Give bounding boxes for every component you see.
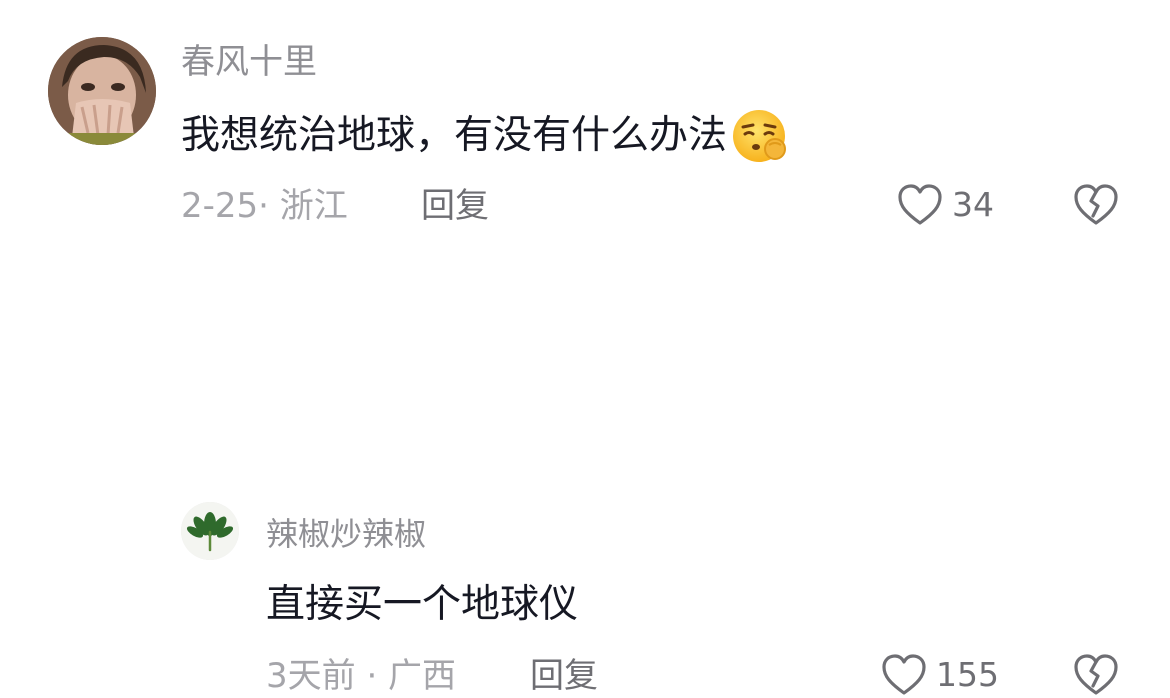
dislike-button[interactable] (1072, 652, 1120, 698)
heart-icon (898, 184, 942, 225)
comment: 春风十里 我想统治地球，有没有什么办法 2-25· 浙江 回复 34 (0, 0, 1170, 240)
like-button[interactable]: 34 (896, 182, 994, 228)
reply-button[interactable]: 回复 (421, 186, 489, 226)
broken-heart-icon (1074, 654, 1118, 695)
broken-heart-icon (1074, 184, 1118, 225)
reply-text: 直接买一个地球仪 (266, 581, 578, 629)
reply-text-content: 直接买一个地球仪 (266, 582, 579, 627)
dislike-button[interactable] (1072, 182, 1120, 228)
reply: 辣椒炒辣椒 直接买一个地球仪 3天前 · 广西 回复 155 (0, 240, 1170, 696)
like-button[interactable]: 155 (880, 652, 999, 698)
reply-meta: 3天前 · 广西 (266, 656, 457, 696)
comment-text: 我想统治地球，有没有什么办法 (181, 107, 789, 165)
heart-icon (882, 654, 926, 695)
username[interactable]: 春风十里 (181, 42, 317, 82)
username[interactable]: 辣椒炒辣椒 (266, 514, 426, 554)
reply-button[interactable]: 回复 (530, 656, 598, 696)
avatar-photo (48, 37, 156, 145)
comment-meta: 2-25· 浙江 (181, 186, 348, 226)
avatar[interactable] (48, 37, 156, 145)
like-count: 155 (936, 655, 999, 694)
like-count: 34 (952, 185, 994, 224)
leaf-bouquet-icon (181, 502, 239, 560)
reply-avatar[interactable] (181, 502, 239, 560)
thinking-shush-emoji-icon (731, 107, 789, 165)
comment-text-content: 我想统治地球，有没有什么办法 (181, 113, 728, 158)
